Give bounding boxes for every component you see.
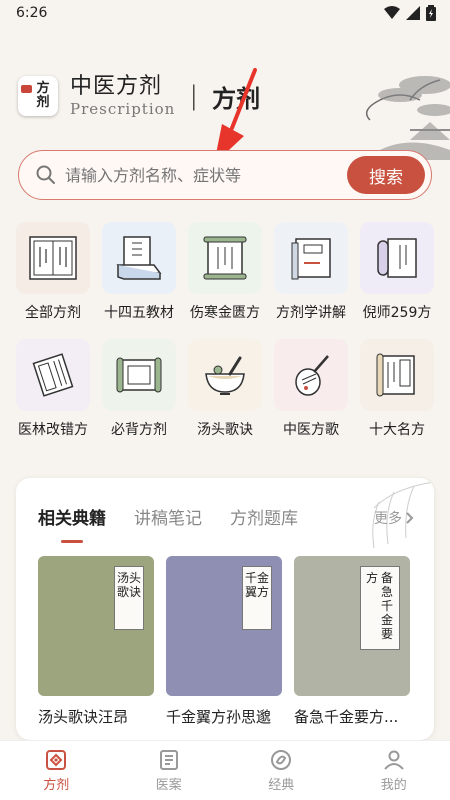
textbook-stack-icon: [102, 222, 176, 294]
category-label: 十大名方: [369, 422, 425, 438]
book-scroll-icon: [360, 222, 434, 294]
panel-tabs: 相关典籍 讲稿笔记 方剂题库: [38, 504, 298, 543]
prescription-icon: [46, 750, 67, 770]
category-label: 必背方剂: [111, 422, 167, 438]
nav-label: 方剂: [43, 778, 70, 793]
category-top-ten-formulas[interactable]: 十大名方: [354, 339, 440, 439]
category-tangtou-gejue[interactable]: 汤头歌诀: [182, 339, 268, 439]
tab-label: 相关典籍: [38, 509, 106, 529]
search-icon: [36, 165, 55, 184]
title-separator: |: [189, 81, 199, 111]
tab-related-classics[interactable]: 相关典籍: [38, 504, 106, 543]
bottom-nav: 方剂 医案 经典 我的: [0, 740, 450, 800]
category-label: 伤寒金匮方: [190, 305, 260, 321]
category-tcm-songs[interactable]: 中医方歌: [268, 339, 354, 439]
bamboo-slip-icon: [16, 339, 90, 411]
book-title: 千金翼方孙思邈: [166, 708, 272, 726]
cover-label: 汤头 歌诀: [114, 566, 144, 630]
category-formula-lectures[interactable]: 方剂学讲解: [268, 222, 354, 322]
category-row: 医林改错方 必背方剂 汤头歌诀 中医方歌 十大名方: [10, 339, 440, 439]
book-title: 汤头歌诀汪昂: [38, 708, 129, 726]
nav-label: 我的: [380, 778, 407, 793]
category-label: 中医方歌: [283, 422, 339, 438]
book-card[interactable]: 汤头 歌诀 汤头歌诀汪昂: [38, 556, 154, 727]
category-label: 全部方剂: [25, 305, 81, 321]
more-label: 更多: [374, 511, 402, 527]
status-bar: 6:26: [0, 0, 450, 26]
category-nishi-259[interactable]: 倪师259方: [354, 222, 440, 322]
ink-landscape-decoration: [365, 76, 450, 160]
book-cover: 汤头 歌诀: [38, 556, 154, 696]
category-grid: 全部方剂 十四五教材 伤寒金匮方 方剂学讲解 倪师259方 医林改错方 必背方剂…: [10, 222, 440, 456]
nav-label: 医案: [155, 778, 182, 793]
profile-icon: [384, 750, 404, 770]
famous-scroll-icon: [360, 339, 434, 411]
signal-icon: [406, 6, 420, 20]
book-title: 备急千金要方...: [294, 708, 399, 726]
category-row: 全部方剂 十四五教材 伤寒金匮方 方剂学讲解 倪师259方: [10, 222, 440, 322]
category-shanghan-jingui[interactable]: 伤寒金匮方: [182, 222, 268, 322]
nav-prescriptions[interactable]: 方剂: [16, 748, 96, 793]
tab-active-indicator: [61, 540, 83, 543]
category-label: 医林改错方: [18, 422, 88, 438]
classics-panel: 相关典籍 讲稿笔记 方剂题库 更多 汤头 歌诀 汤头歌诀汪昂 千金 翼方 千金翼方孙…: [16, 478, 434, 740]
nav-classics[interactable]: 经典: [241, 748, 321, 793]
category-label: 十四五教材: [104, 305, 174, 321]
category-must-memorize[interactable]: 必背方剂: [96, 339, 182, 439]
book-card[interactable]: 方 备急 千金要 备急千金要方...: [294, 556, 410, 727]
book-cover: 千金 翼方: [166, 556, 282, 696]
classics-icon: [271, 750, 292, 770]
search-input[interactable]: [65, 165, 347, 185]
logo-text: 方剂: [36, 81, 50, 110]
nav-profile[interactable]: 我的: [354, 748, 434, 793]
scroll-book-icon: [16, 222, 90, 294]
cover-label-side: 方: [366, 571, 379, 585]
category-yilin-gaicuo[interactable]: 医林改错方: [10, 339, 96, 439]
cover-label: 千金 翼方: [242, 566, 272, 630]
search-button[interactable]: 搜索: [347, 156, 425, 194]
book-list: 汤头 歌诀 汤头歌诀汪昂 千金 翼方 千金翼方孙思邈 方 备急 千金要 备急千金要方.…: [38, 556, 410, 727]
category-label: 倪师259方: [362, 305, 432, 321]
app-subtitle: Prescription: [70, 100, 176, 118]
cover-label: 方 备急 千金要: [360, 566, 400, 650]
open-scroll-icon: [102, 339, 176, 411]
case-record-icon: [159, 750, 178, 770]
brand: 中医方剂 Prescription: [70, 74, 175, 118]
cover-label-main: 备急 千金要: [380, 571, 393, 641]
logo-tag: [21, 85, 32, 93]
search-bar[interactable]: 搜索: [18, 150, 432, 200]
pipa-icon: [274, 339, 348, 411]
more-link[interactable]: 更多: [374, 508, 414, 528]
status-icons: [384, 5, 436, 21]
status-time: 6:26: [16, 5, 48, 21]
book-card[interactable]: 千金 翼方 千金翼方孙思邈: [166, 556, 282, 727]
mortar-icon: [188, 339, 262, 411]
tab-lecture-notes[interactable]: 讲稿笔记: [134, 504, 202, 537]
wifi-icon: [384, 6, 400, 19]
book-cover: 方 备急 千金要: [294, 556, 410, 696]
nav-label: 经典: [268, 778, 295, 793]
tab-question-bank[interactable]: 方剂题库: [230, 504, 298, 537]
app-logo: 方剂: [18, 76, 58, 116]
app-title: 中医方剂: [70, 74, 163, 99]
scroll-icon: [188, 222, 262, 294]
category-all-formulas[interactable]: 全部方剂: [10, 222, 96, 322]
chevron-right-icon: [406, 512, 414, 524]
lecture-book-icon: [274, 222, 348, 294]
battery-icon: [426, 5, 436, 21]
category-label: 方剂学讲解: [276, 305, 346, 321]
nav-cases[interactable]: 医案: [129, 748, 209, 793]
category-textbooks[interactable]: 十四五教材: [96, 222, 182, 322]
category-label: 汤头歌诀: [197, 422, 253, 438]
